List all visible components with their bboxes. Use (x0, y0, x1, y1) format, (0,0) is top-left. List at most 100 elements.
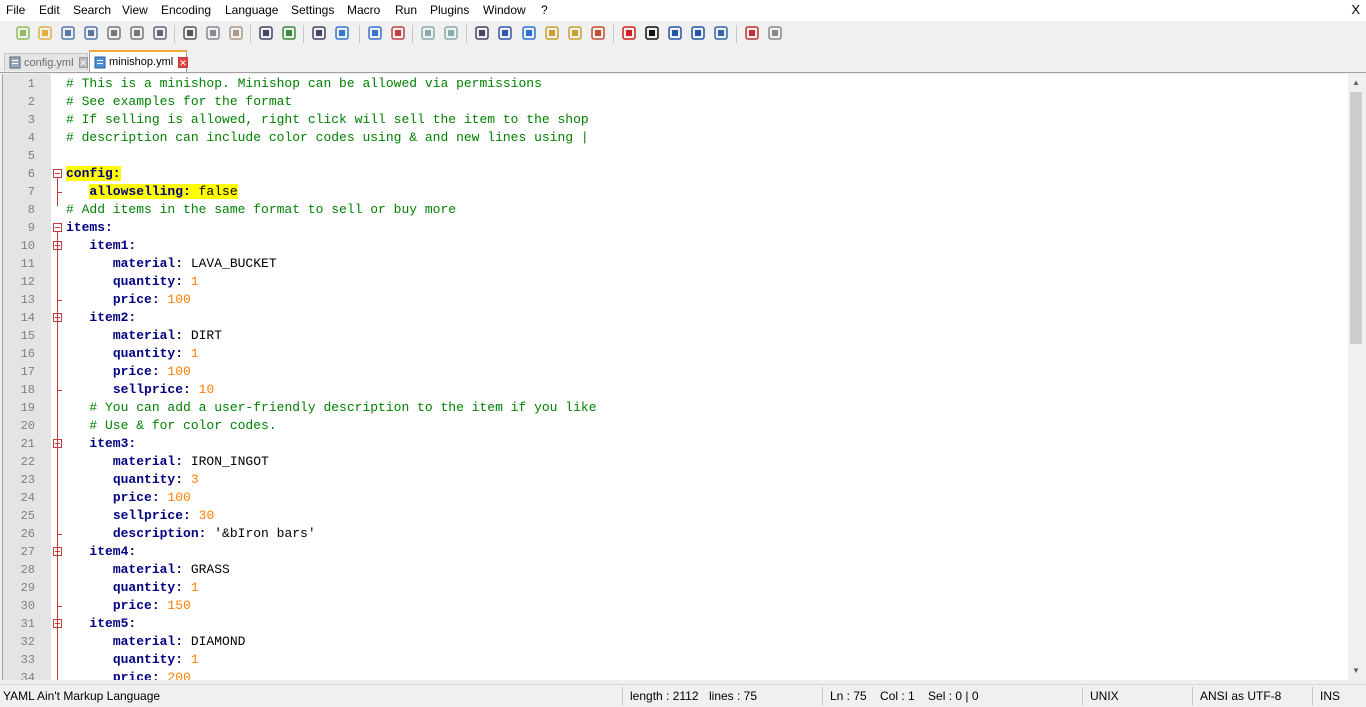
paste-icon[interactable] (227, 24, 245, 42)
code-line[interactable]: 7 allowselling: false (3, 183, 1349, 201)
code-line[interactable]: 31 item5: (3, 615, 1349, 633)
replace-icon[interactable] (333, 24, 351, 42)
fold-toggle-icon[interactable] (53, 223, 62, 232)
code-line[interactable]: 24 price: 100 (3, 489, 1349, 507)
line-number: 25 (20, 509, 35, 523)
cut-icon[interactable] (181, 24, 199, 42)
code-line[interactable]: 14 item2: (3, 309, 1349, 327)
code-line[interactable]: 25 sellprice: 30 (3, 507, 1349, 525)
code-line[interactable]: 4 # description can include color codes u… (3, 129, 1349, 147)
tab-close-icon[interactable]: ✕ (178, 56, 188, 68)
code-line[interactable]: 26 description: '&bIron bars' (3, 525, 1349, 543)
yaml-value: IRON_INGOT (190, 454, 269, 469)
code-line[interactable]: 19 # You can add a user-friendly descrip… (3, 399, 1349, 417)
menu-language[interactable]: Language (225, 3, 278, 17)
code-line[interactable]: 11 material: LAVA_BUCKET (3, 255, 1349, 273)
scroll-up-icon[interactable]: ▲ (1352, 78, 1360, 87)
zoom-in-icon[interactable] (366, 24, 384, 42)
sync-horizontal-icon[interactable] (442, 24, 460, 42)
code-line[interactable]: 29 quantity: 1 (3, 579, 1349, 597)
menu-macro[interactable]: Macro (347, 3, 380, 17)
tab-minishop-yml[interactable]: minishop.yml ✕ (89, 50, 188, 72)
menu-settings[interactable]: Settings (291, 3, 334, 17)
show-all-chars-icon[interactable] (496, 24, 514, 42)
run-macro-multiple-icon[interactable] (689, 24, 707, 42)
code-line[interactable]: 9 items: (3, 219, 1349, 237)
code-line[interactable]: 15 material: DIRT (3, 327, 1349, 345)
code-line[interactable]: 16 quantity: 1 (3, 345, 1349, 363)
menu-help[interactable]: ? (541, 3, 548, 17)
fold-line (57, 250, 58, 314)
menu-encoding[interactable]: Encoding (161, 3, 211, 17)
fold-toggle-icon[interactable] (53, 169, 62, 178)
copy-icon[interactable] (204, 24, 222, 42)
text-editor[interactable]: 1 # This is a minishop. Minishop can be a… (2, 74, 1349, 680)
launch-icon[interactable] (766, 24, 784, 42)
tab-label: config.yml (24, 56, 74, 69)
menu-search[interactable]: Search (73, 3, 111, 17)
code-line[interactable]: 34 price: 200 (3, 669, 1349, 680)
code-line[interactable]: 5 (3, 147, 1349, 165)
save-icon[interactable] (59, 24, 77, 42)
code-line[interactable]: 32 material: DIAMOND (3, 633, 1349, 651)
new-file-icon[interactable] (14, 24, 32, 42)
code-line[interactable]: 21 item3: (3, 435, 1349, 453)
save-macro-icon[interactable] (712, 24, 730, 42)
menu-run[interactable]: Run (395, 3, 417, 17)
close-icon[interactable] (105, 24, 123, 42)
code-line[interactable]: 20 # Use & for color codes. (3, 417, 1349, 435)
code-line[interactable]: 1 # This is a minishop. Minishop can be a… (3, 75, 1349, 93)
code-line[interactable]: 6 config: (3, 165, 1349, 183)
code-line[interactable]: 17 price: 100 (3, 363, 1349, 381)
undo-icon[interactable] (257, 24, 275, 42)
line-number: 19 (20, 401, 35, 415)
line-number: 26 (20, 527, 35, 541)
zoom-out-icon[interactable] (389, 24, 407, 42)
menu-window[interactable]: Window (483, 3, 526, 17)
menu-file[interactable]: File (6, 3, 25, 17)
word-wrap-icon[interactable] (473, 24, 491, 42)
print-icon[interactable] (151, 24, 169, 42)
close-document-button[interactable]: X (1351, 2, 1360, 17)
code-line[interactable]: 8 # Add items in the same format to sell … (3, 201, 1349, 219)
line-number: 24 (20, 491, 35, 505)
indent-guide-icon[interactable] (520, 24, 538, 42)
menu-plugins[interactable]: Plugins (430, 3, 469, 17)
menu-edit[interactable]: Edit (39, 3, 60, 17)
folder-workspace-icon[interactable] (589, 24, 607, 42)
vertical-scrollbar[interactable]: ▲ ▼ (1348, 74, 1364, 680)
record-macro-icon[interactable] (620, 24, 638, 42)
open-file-icon[interactable] (36, 24, 54, 42)
code-line[interactable]: 23 quantity: 3 (3, 471, 1349, 489)
code-line[interactable]: 13 price: 100 (3, 291, 1349, 309)
find-icon[interactable] (310, 24, 328, 42)
code-line[interactable]: 30 price: 150 (3, 597, 1349, 615)
code-line[interactable]: 2 # See examples for the format (3, 93, 1349, 111)
code-line[interactable]: 28 material: GRASS (3, 561, 1349, 579)
stop-macro-icon[interactable] (643, 24, 661, 42)
spell-check-icon[interactable] (743, 24, 761, 42)
redo-icon[interactable] (280, 24, 298, 42)
scroll-down-icon[interactable]: ▼ (1352, 666, 1360, 675)
menu-view[interactable]: View (122, 3, 148, 17)
code-line[interactable]: 22 material: IRON_INGOT (3, 453, 1349, 471)
code-line[interactable]: 27 item4: (3, 543, 1349, 561)
toolbar-separator (412, 25, 413, 43)
scrollbar-thumb[interactable] (1350, 92, 1362, 344)
line-content: material: LAVA_BUCKET (66, 255, 277, 273)
code-line[interactable]: 12 quantity: 1 (3, 273, 1349, 291)
save-all-icon[interactable] (82, 24, 100, 42)
sync-vertical-icon[interactable] (419, 24, 437, 42)
code-line[interactable]: 3 # If selling is allowed, right click wi… (3, 111, 1349, 129)
code-line[interactable]: 10 item1: (3, 237, 1349, 255)
play-macro-icon[interactable] (666, 24, 684, 42)
tab-config-yml[interactable]: config.yml ✕ (4, 53, 89, 71)
code-line[interactable]: 18 sellprice: 10 (3, 381, 1349, 399)
tab-close-icon[interactable]: ✕ (78, 57, 89, 68)
doc-map-icon[interactable] (543, 24, 561, 42)
code-line[interactable]: 33 quantity: 1 (3, 651, 1349, 669)
function-list-icon[interactable] (566, 24, 584, 42)
close-all-icon[interactable] (128, 24, 146, 42)
fold-end-marker (57, 606, 62, 607)
